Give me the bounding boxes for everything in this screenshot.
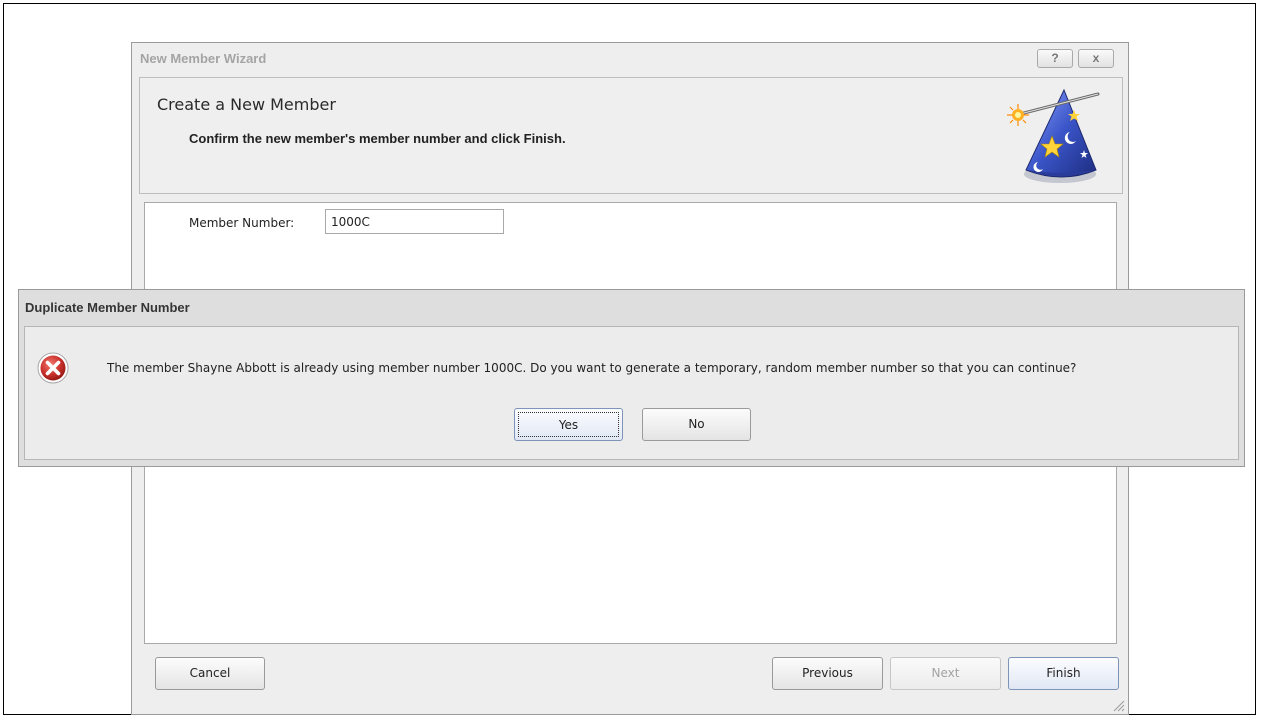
duplicate-member-dialog: Duplicate Member Number The member Shayn… (18, 289, 1245, 467)
cancel-button[interactable]: Cancel (155, 657, 265, 690)
next-button: Next (890, 657, 1001, 690)
wizard-header: Create a New Member Confirm the new memb… (139, 77, 1123, 194)
dialog-message: The member Shayne Abbott is already usin… (107, 361, 1077, 375)
finish-button[interactable]: Finish (1008, 657, 1119, 690)
help-button[interactable]: ? (1037, 49, 1073, 68)
member-number-input[interactable] (325, 209, 504, 234)
yes-button-label: Yes (518, 412, 619, 437)
header-title: Create a New Member (157, 95, 336, 114)
no-button[interactable]: No (642, 408, 751, 441)
previous-button[interactable]: Previous (772, 657, 883, 690)
dialog-body: The member Shayne Abbott is already usin… (24, 326, 1239, 460)
resize-grip-icon[interactable] (1111, 698, 1125, 712)
member-number-label: Member Number: (189, 216, 295, 230)
close-button[interactable]: x (1078, 49, 1114, 68)
wizard-hat-icon (1007, 88, 1100, 183)
window-title: New Member Wizard (140, 51, 267, 66)
header-subtitle: Confirm the new member's member number a… (189, 131, 566, 146)
yes-button[interactable]: Yes (514, 408, 623, 441)
error-icon (37, 352, 69, 384)
dialog-title: Duplicate Member Number (25, 300, 190, 315)
